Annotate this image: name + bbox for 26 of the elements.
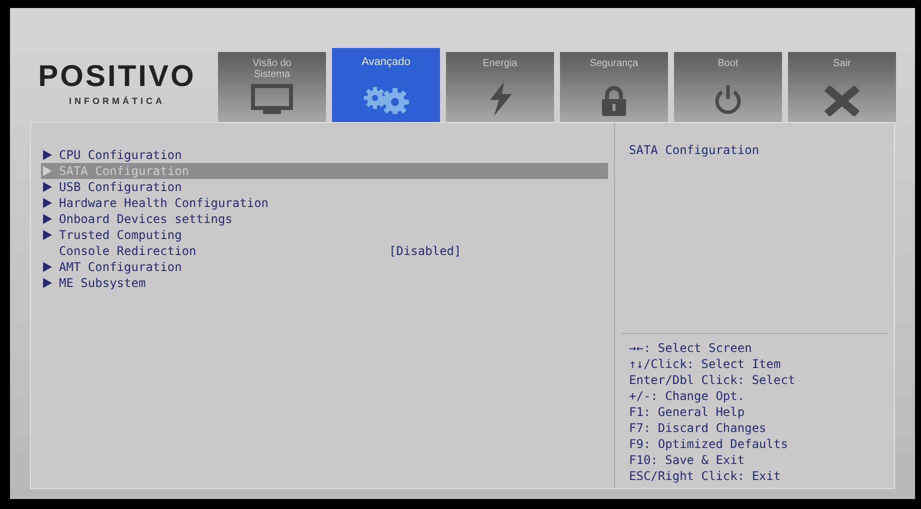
gears-icon bbox=[361, 86, 411, 114]
menu-item[interactable]: Hardware Health Configuration bbox=[41, 195, 608, 211]
key-help-text: ESC/Right Click: Exit bbox=[629, 468, 782, 484]
key-help-text: Enter/Dbl Click: Select bbox=[629, 372, 796, 388]
key-help-text: F1: General Help bbox=[629, 404, 746, 420]
menu-item[interactable]: Trusted Computing bbox=[41, 227, 608, 243]
logo-subtitle: INFORMÁTICA bbox=[69, 94, 165, 108]
help-description: SATA Configuration bbox=[629, 143, 760, 157]
menu-item[interactable]: Console Redirection [Disabled] bbox=[41, 243, 608, 259]
key-help-text: F9: Optimized Defaults bbox=[629, 436, 789, 452]
close-icon bbox=[823, 86, 861, 116]
menu-item[interactable]: Onboard Devices settings bbox=[41, 211, 608, 227]
menu-tab[interactable]: Avançado bbox=[332, 48, 440, 122]
monitor-icon bbox=[251, 84, 293, 116]
key-help-text: +/-: Change Opt. bbox=[629, 388, 746, 404]
menu-item[interactable]: USB Configuration bbox=[41, 179, 608, 195]
key-help-text: →←: Select Screen bbox=[629, 340, 753, 356]
logo-text: POSITIVO bbox=[38, 62, 196, 92]
setting-value[interactable]: [Disabled] bbox=[389, 242, 462, 260]
key-help-text: F10: Save & Exit bbox=[629, 452, 746, 468]
key-help-text: F7: Discard Changes bbox=[629, 420, 768, 436]
lock-icon bbox=[601, 86, 627, 116]
menu-item[interactable]: AMT Configuration bbox=[41, 259, 608, 275]
key-help-text: ↑↓/Click: Select Item bbox=[629, 356, 782, 372]
menu-item[interactable]: CPU Configuration bbox=[41, 147, 608, 163]
menu-item[interactable]: ME Subsystem bbox=[41, 275, 608, 291]
